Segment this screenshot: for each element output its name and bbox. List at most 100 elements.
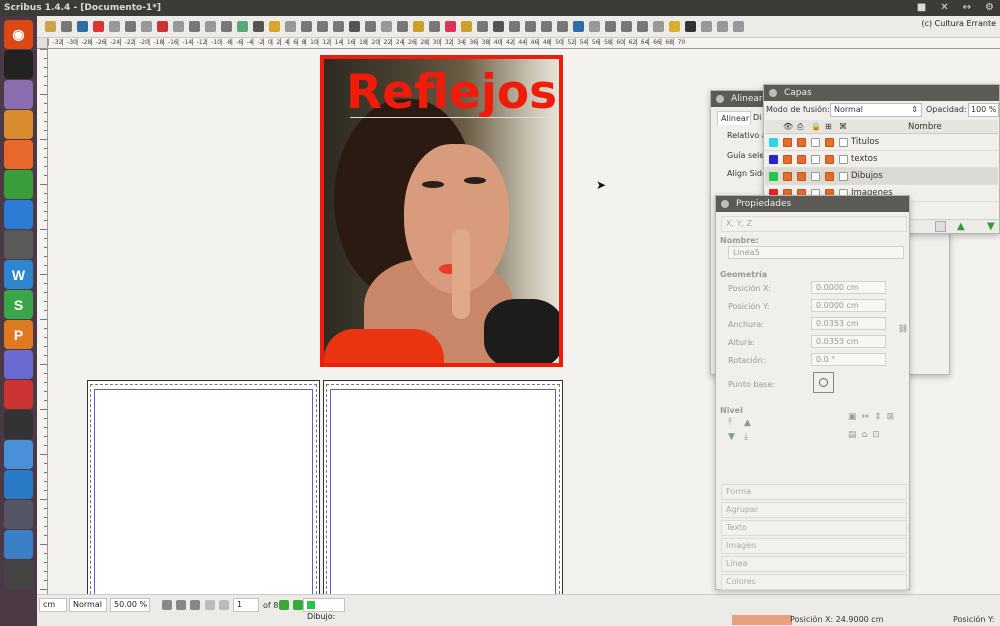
- first-page-icon[interactable]: [205, 600, 215, 610]
- toolbar-tool-9-icon[interactable]: [173, 21, 184, 32]
- layer-checkbox[interactable]: [797, 138, 806, 147]
- page-right[interactable]: [323, 380, 563, 600]
- flip-icons[interactable]: ▣⇔⇕⊠: [848, 412, 899, 422]
- base-point-selector[interactable]: [813, 372, 834, 393]
- calc-icon[interactable]: S: [4, 290, 33, 319]
- toolbar-tool-15-icon[interactable]: [269, 21, 280, 32]
- toolbar-tool-25-icon[interactable]: [429, 21, 440, 32]
- layer-color-swatch[interactable]: [769, 155, 778, 164]
- last-page-icon[interactable]: [293, 600, 303, 610]
- layer-checkbox[interactable]: [811, 155, 820, 164]
- horizontal-ruler[interactable]: ▏-32▏-30▏-28▏-26▏-24▏-22▏-20▏-18▏-16▏-14…: [48, 38, 1000, 49]
- properties-section[interactable]: Colores: [721, 574, 907, 590]
- toolbar-tool-41-icon[interactable]: [685, 21, 696, 32]
- lower-layer-icon[interactable]: ▼: [987, 221, 995, 232]
- nombre-input[interactable]: Linea5: [728, 246, 904, 259]
- lock-icons[interactable]: ▤⌂⊡: [848, 430, 885, 440]
- software-icon[interactable]: [4, 350, 33, 379]
- app6-icon[interactable]: [4, 530, 33, 559]
- properties-section[interactable]: Agrupar: [721, 502, 907, 518]
- app1-icon[interactable]: [4, 380, 33, 409]
- resize-icon[interactable]: ↔: [963, 2, 971, 14]
- toolbar-tool-32-icon[interactable]: [541, 21, 552, 32]
- layer-checkbox[interactable]: [825, 172, 834, 181]
- toolbar-tool-40-icon[interactable]: [669, 21, 680, 32]
- layers-panel-title[interactable]: Capas: [764, 85, 999, 101]
- toolbar-tool-34-icon[interactable]: [573, 21, 584, 32]
- chrome-icon[interactable]: [4, 170, 33, 199]
- layer-name[interactable]: Dibujos: [851, 168, 883, 185]
- ruler-corner[interactable]: [37, 38, 48, 49]
- properties-panel-title[interactable]: Propiedades: [716, 196, 909, 212]
- layer-color-swatch[interactable]: [769, 172, 778, 181]
- app7-icon[interactable]: [4, 560, 33, 589]
- layer-checkbox[interactable]: [783, 172, 792, 181]
- toolbar-tool-33-icon[interactable]: [557, 21, 568, 32]
- toolbar-tool-27-icon[interactable]: [461, 21, 472, 32]
- zoom-100-icon[interactable]: [176, 600, 186, 610]
- altura-input[interactable]: 0.0353 cm: [811, 335, 886, 348]
- layer-row[interactable]: Dibujos: [765, 168, 998, 185]
- layer-checkbox[interactable]: [797, 155, 806, 164]
- toolbar-tool-19-icon[interactable]: [333, 21, 344, 32]
- tab-alinear[interactable]: Alinear: [717, 111, 751, 125]
- layer-checkbox[interactable]: [839, 172, 848, 181]
- toolbar-tool-8-icon[interactable]: [157, 21, 168, 32]
- raise-icon[interactable]: ▲: [744, 418, 751, 428]
- layer-checkbox[interactable]: [811, 138, 820, 147]
- firefox-icon[interactable]: [4, 140, 33, 169]
- app2-icon[interactable]: [4, 410, 33, 439]
- ubuntu-icon[interactable]: ◉: [4, 20, 33, 49]
- gear-icon[interactable]: ⚙: [985, 2, 994, 14]
- toolbar-tool-31-icon[interactable]: [525, 21, 536, 32]
- layer-color-swatch[interactable]: [769, 138, 778, 147]
- toolbar-tool-4-icon[interactable]: [93, 21, 104, 32]
- toolbar-tool-43-icon[interactable]: [717, 21, 728, 32]
- layer-checkbox[interactable]: [797, 172, 806, 181]
- toolbar-tool-1-icon[interactable]: [45, 21, 56, 32]
- zoom-input[interactable]: 50.00 %: [110, 598, 150, 612]
- properties-section[interactable]: Forma: [721, 484, 907, 500]
- chain-link-icon[interactable]: ⛓: [898, 324, 908, 333]
- layer-checkbox[interactable]: [783, 155, 792, 164]
- properties-section[interactable]: Texto: [721, 520, 907, 536]
- layer-checkbox[interactable]: [825, 155, 834, 164]
- toolbar-tool-24-icon[interactable]: [413, 21, 424, 32]
- toolbar-tool-22-icon[interactable]: [381, 21, 392, 32]
- properties-section[interactable]: Imagen: [721, 538, 907, 554]
- layer-checkbox[interactable]: [811, 172, 820, 181]
- layer-checkbox[interactable]: [783, 138, 792, 147]
- layer-name[interactable]: textos: [851, 151, 877, 168]
- duplicate-layer-icon[interactable]: [935, 221, 946, 232]
- mode-select[interactable]: Normal: [69, 598, 107, 612]
- pos-y-input[interactable]: 0.0000 cm: [811, 299, 886, 312]
- layer-row[interactable]: textos: [765, 151, 998, 168]
- page-input[interactable]: 1: [233, 598, 259, 612]
- drive-icon[interactable]: [4, 80, 33, 109]
- zoom-in-icon[interactable]: [190, 600, 200, 610]
- toolbar-tool-36-icon[interactable]: [605, 21, 616, 32]
- anchura-input[interactable]: 0.0353 cm: [811, 317, 886, 330]
- toolbar-tool-14-icon[interactable]: [253, 21, 264, 32]
- network-icon[interactable]: [4, 200, 33, 229]
- lower-to-bottom-icon[interactable]: ⤓: [744, 432, 748, 442]
- toolbar-tool-12-icon[interactable]: [221, 21, 232, 32]
- impress-icon[interactable]: P: [4, 320, 33, 349]
- unit-select[interactable]: cm: [39, 598, 67, 612]
- page-left[interactable]: [87, 380, 320, 600]
- layer-checkbox[interactable]: [839, 155, 848, 164]
- toolbar-tool-3-icon[interactable]: [77, 21, 88, 32]
- selected-line[interactable]: [350, 117, 550, 118]
- raise-to-top-icon[interactable]: ⤒: [728, 418, 732, 428]
- toolbar-tool-26-icon[interactable]: [445, 21, 456, 32]
- toolbar-tool-37-icon[interactable]: [621, 21, 632, 32]
- toolbar-tool-35-icon[interactable]: [589, 21, 600, 32]
- toolbar-tool-2-icon[interactable]: [61, 21, 72, 32]
- writer-icon[interactable]: W: [4, 260, 33, 289]
- prev-page-icon[interactable]: [219, 600, 229, 610]
- toolbar-tool-28-icon[interactable]: [477, 21, 488, 32]
- toolbar-tool-23-icon[interactable]: [397, 21, 408, 32]
- toolbar-tool-18-icon[interactable]: [317, 21, 328, 32]
- toolbar-tool-5-icon[interactable]: [109, 21, 120, 32]
- pos-x-input[interactable]: 0.0000 cm: [811, 281, 886, 294]
